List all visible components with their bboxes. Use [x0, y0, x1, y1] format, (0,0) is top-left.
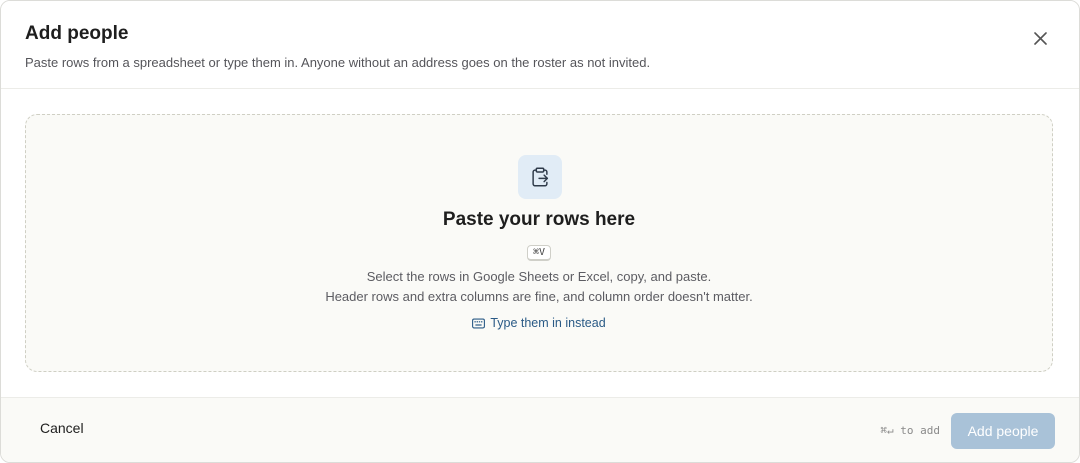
add-people-button[interactable]: Add people	[951, 413, 1055, 449]
type-instead-label: Type them in instead	[490, 316, 606, 330]
keyboard-icon	[472, 318, 486, 328]
dialog-footer: Cancel ⌘↵ to add Add people	[1, 397, 1079, 462]
paste-shortcut: ⌘V	[26, 242, 1052, 261]
submit-shortcut-hint: ⌘↵ to add	[880, 424, 940, 437]
clipboard-paste-icon	[518, 155, 562, 199]
dropzone-instructions-line-2: Header rows and extra columns are fine, …	[325, 289, 753, 304]
dialog-body: Paste your rows here ⌘V Select the rows …	[1, 89, 1079, 398]
dropzone-instructions-line-1: Select the rows in Google Sheets or Exce…	[366, 269, 712, 284]
close-button[interactable]	[1029, 27, 1051, 49]
cancel-button[interactable]: Cancel	[27, 412, 97, 444]
close-icon	[1033, 31, 1047, 45]
dialog-header: Add people Paste rows from a spreadsheet…	[1, 1, 1079, 89]
dialog-title: Add people	[25, 23, 129, 44]
paste-dropzone[interactable]: Paste your rows here ⌘V Select the rows …	[25, 114, 1053, 372]
type-instead-link[interactable]: Type them in instead	[472, 316, 606, 330]
type-instead-link-row: Type them in instead	[26, 316, 1052, 332]
paste-shortcut-key: ⌘V	[526, 245, 552, 261]
dialog-subtitle: Paste rows from a spreadsheet or type th…	[25, 55, 651, 70]
add-people-dialog: Add people Paste rows from a spreadsheet…	[0, 0, 1080, 463]
dropzone-title: Paste your rows here	[442, 209, 636, 230]
